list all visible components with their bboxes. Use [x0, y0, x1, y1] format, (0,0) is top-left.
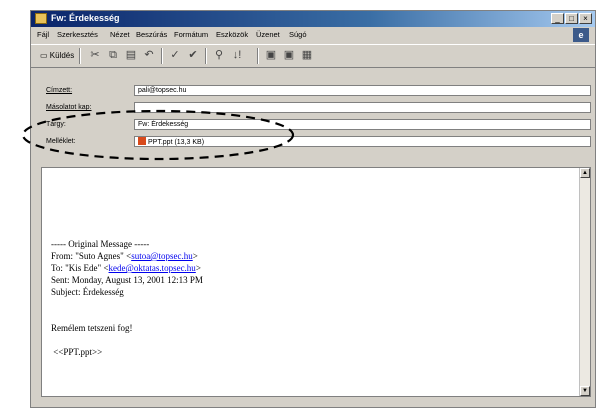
- menu-insert[interactable]: Beszúrás: [136, 30, 167, 39]
- toolbar-separator: [161, 48, 163, 64]
- status-bar: [31, 398, 595, 407]
- message-body[interactable]: ----- Original Message ----- From: "Suto…: [41, 167, 591, 397]
- send-button[interactable]: ▭ Küldés: [37, 48, 77, 63]
- menu-edit[interactable]: Szerkesztés: [57, 30, 98, 39]
- vertical-scrollbar[interactable]: ▲ ▼: [579, 168, 590, 396]
- copy-icon[interactable]: ⧉: [105, 48, 121, 63]
- menu-bar: Fájl Szerkesztés Nézet Beszúrás Formátum…: [31, 28, 595, 42]
- paste-icon[interactable]: ▤: [123, 48, 139, 63]
- attachment-label: Melléklet:: [46, 138, 76, 145]
- title-bar[interactable]: Fw: Érdekesség _ □ ×: [31, 11, 595, 27]
- greeting-line: Remélem tetszeni fog!: [51, 323, 133, 333]
- from-email-link[interactable]: sutoa@topsec.hu: [131, 251, 193, 261]
- cut-icon[interactable]: ✂: [87, 48, 103, 63]
- toolbar: ▭ Küldés ✂ ⧉ ▤ ↶ ✓ ✔ ⚲ ↓! ▣ ▣ ▦: [31, 44, 595, 68]
- toolbar-separator: [205, 48, 207, 64]
- ppt-file-icon: [138, 137, 146, 145]
- minimize-button[interactable]: _: [551, 13, 564, 24]
- subject-line: Subject: Érdekesség: [51, 287, 124, 297]
- scroll-up-icon[interactable]: ▲: [580, 168, 590, 178]
- menu-message[interactable]: Üzenet: [256, 30, 280, 39]
- maximize-button[interactable]: □: [565, 13, 578, 24]
- attachment-field[interactable]: PPT.ppt (13,3 KB): [134, 136, 591, 147]
- menu-tools[interactable]: Eszközök: [216, 30, 248, 39]
- menu-help[interactable]: Súgó: [289, 30, 307, 39]
- windows-logo-icon: e: [573, 28, 589, 42]
- toolbar-separator: [79, 48, 81, 64]
- toolbar-separator: [257, 48, 259, 64]
- email-window: Fw: Érdekesség _ □ × Fájl Szerkesztés Né…: [30, 10, 596, 408]
- menu-format[interactable]: Formátum: [174, 30, 208, 39]
- cc-field[interactable]: [134, 102, 591, 113]
- to-suffix: >: [195, 263, 201, 273]
- priority-icon[interactable]: ↓!: [229, 48, 245, 63]
- attachment-reference: <<PPT.ppt>>: [53, 347, 103, 357]
- menu-view[interactable]: Nézet: [110, 30, 130, 39]
- menu-file[interactable]: Fájl: [37, 30, 49, 39]
- encrypt-icon[interactable]: ▣: [281, 48, 297, 63]
- original-message-line: ----- Original Message -----: [51, 239, 150, 249]
- subject-field[interactable]: Fw: Érdekesség: [134, 119, 591, 130]
- message-icon: [35, 13, 47, 24]
- sent-line: Sent: Monday, August 13, 2001 12:13 PM: [51, 275, 203, 285]
- window-title: Fw: Érdekesség: [51, 13, 120, 23]
- from-suffix: >: [192, 251, 198, 261]
- check-names-icon[interactable]: ✓: [167, 48, 183, 63]
- to-label[interactable]: Címzett:: [46, 87, 72, 94]
- undo-icon[interactable]: ↶: [141, 48, 157, 63]
- offline-icon[interactable]: ▦: [299, 48, 315, 63]
- message-text: ----- Original Message ----- From: "Suto…: [51, 238, 203, 358]
- send-icon: ▭: [40, 51, 48, 60]
- to-email-link[interactable]: kede@oktatas.topsec.hu: [109, 263, 196, 273]
- attachment-name[interactable]: PPT.ppt (13,3 KB): [148, 139, 204, 146]
- subject-label: Tárgy:: [46, 121, 66, 128]
- scroll-down-icon[interactable]: ▼: [580, 386, 590, 396]
- cc-label[interactable]: Másolatot kap:: [46, 104, 92, 111]
- spelling-icon[interactable]: ✔: [185, 48, 201, 63]
- sign-icon[interactable]: ▣: [263, 48, 279, 63]
- from-prefix: From: "Suto Agnes" <: [51, 251, 132, 261]
- attach-icon[interactable]: ⚲: [211, 48, 227, 63]
- close-button[interactable]: ×: [579, 13, 592, 24]
- to-prefix: To: "Kis Ede" <: [51, 263, 109, 273]
- send-label: Küldés: [49, 51, 75, 60]
- to-field[interactable]: pali@topsec.hu: [134, 85, 591, 96]
